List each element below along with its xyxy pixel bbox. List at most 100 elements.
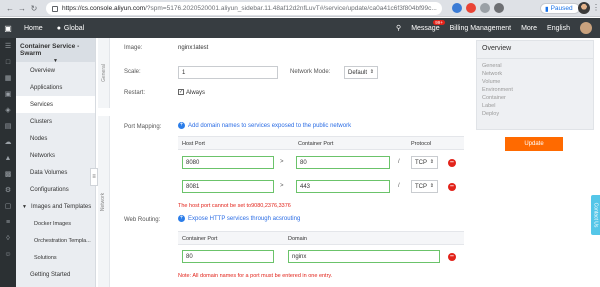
scale-input[interactable]: 1 — [178, 66, 278, 79]
box-icon[interactable]: ▢ — [0, 198, 16, 214]
gear-icon[interactable]: ⚙ — [0, 182, 16, 198]
sidebar-item-docker-images[interactable]: Docker Images — [16, 215, 95, 232]
sidebar-title[interactable]: Container Service - Swarm ▼ — [16, 38, 95, 64]
browser-menu-icon[interactable]: ⋮ — [592, 3, 600, 13]
protocol-value: TCP — [415, 184, 427, 190]
language-menu[interactable]: English — [547, 25, 570, 32]
protocol-select[interactable]: TCP ⇕ — [411, 156, 438, 169]
pause-icon: ▮ — [545, 5, 549, 13]
billing-link[interactable]: Billing Management — [450, 25, 511, 32]
triangle-down-icon: ▼ — [22, 203, 27, 210]
search-icon[interactable]: ⚲ — [396, 24, 401, 32]
message-badge: 99+ — [433, 19, 445, 25]
remove-port-icon[interactable]: – — [448, 159, 456, 167]
network-icon[interactable]: ◈ — [0, 102, 16, 118]
network-section-tab: Network — [98, 116, 110, 287]
contact-us-label: Contact Us — [592, 202, 599, 228]
add-domain-link[interactable]: + Add domain names to services exposed t… — [178, 122, 351, 129]
sidebar-item-services[interactable]: Services — [16, 96, 95, 113]
network-mode-select[interactable]: Default ⇕ — [344, 66, 378, 79]
protocol-select[interactable]: TCP ⇕ — [411, 180, 438, 193]
contact-us-tab[interactable]: Contact Us — [591, 195, 600, 235]
update-button[interactable]: Update — [505, 137, 563, 151]
overview-link-deploy[interactable]: Deploy — [477, 110, 593, 118]
cloud-icon[interactable]: ☁ — [0, 134, 16, 150]
add-domain-link-label: Add domain names to services exposed to … — [188, 122, 352, 129]
extension-icon[interactable] — [466, 3, 476, 13]
grid-icon[interactable]: ▦ — [0, 70, 16, 86]
web-routing-label: Web Routing: — [124, 217, 161, 223]
storage-icon[interactable]: ▤ — [0, 118, 16, 134]
routing-note: Note: All domain names for a port must b… — [178, 273, 333, 279]
user-icon[interactable]: ☺ — [0, 246, 16, 262]
routing-container-port-header: Container Port — [182, 236, 218, 242]
paused-sync-button[interactable]: ▮ Paused — [540, 3, 580, 14]
expose-http-link[interactable]: + Expose HTTP services through acsroutin… — [178, 215, 300, 222]
expose-http-link-label: Expose HTTP services through acsrouting — [188, 215, 301, 222]
general-section-label: General — [100, 64, 107, 82]
overview-link-general[interactable]: General — [477, 62, 593, 70]
protocol-header: Protocol — [411, 141, 432, 147]
overview-link-container[interactable]: Container — [477, 94, 593, 102]
home-link[interactable]: Home — [24, 25, 43, 32]
forward-icon[interactable]: → — [16, 2, 28, 14]
container-port-input[interactable]: 80 — [296, 156, 390, 169]
sidebar-item-nodes[interactable]: Nodes — [16, 130, 95, 147]
console-topbar: ▣ Home ● Global ⚲ Message 99+ Billing Ma… — [0, 18, 600, 38]
sidebar-item-overview[interactable]: Overview — [16, 62, 95, 79]
port-mapping-label: Port Mapping: — [124, 124, 162, 130]
back-icon[interactable]: ← — [4, 2, 16, 14]
overview-link-volume[interactable]: Volume — [477, 78, 593, 86]
tag-icon[interactable]: ◊ — [0, 230, 16, 246]
extension-icon[interactable] — [480, 3, 490, 13]
sidebar-item-clusters[interactable]: Clusters — [16, 113, 95, 130]
extension-icon[interactable] — [494, 3, 504, 13]
host-port-header: Host Port — [182, 141, 205, 147]
routing-table-header — [178, 231, 464, 245]
list-icon[interactable]: ≡ — [0, 214, 16, 230]
product-icon-rail: ☰ □ ▦ ▣ ◈ ▤ ☁ ▲ ▩ ⚙ ▢ ≡ ◊ ☺ — [0, 38, 16, 287]
sidebar-group-images-templates[interactable]: ▼ Images and Templates — [16, 198, 95, 215]
console-logo-icon[interactable]: ▣ — [0, 18, 16, 38]
chart-icon[interactable]: ▩ — [0, 166, 16, 182]
shield-icon[interactable]: ▲ — [0, 150, 16, 166]
sidebar-collapse-handle[interactable]: ≡ — [90, 168, 98, 186]
image-label: Image: — [124, 45, 143, 51]
remove-port-icon[interactable]: – — [448, 183, 456, 191]
more-menu[interactable]: More — [521, 25, 537, 32]
overview-link-label[interactable]: Label — [477, 102, 593, 110]
sidebar-item-orchestration-templates[interactable]: Orchestration Templa... — [16, 232, 95, 249]
routing-container-port-input[interactable]: 80 — [182, 250, 274, 263]
sidebar-item-data-volumes[interactable]: Data Volumes — [16, 164, 95, 181]
region-selector[interactable]: ● Global — [57, 25, 84, 32]
port-error-message: The host port cannot be set to9080,2376,… — [178, 203, 291, 209]
database-icon[interactable]: ▣ — [0, 86, 16, 102]
sidebar-item-networks[interactable]: Networks — [16, 147, 95, 164]
sidebar-item-configurations[interactable]: Configurations — [16, 181, 95, 198]
message-label: Message — [411, 24, 440, 32]
overview-link-network[interactable]: Network — [477, 70, 593, 78]
container-port-input[interactable]: 443 — [296, 180, 390, 193]
remove-route-icon[interactable]: – — [448, 253, 456, 261]
message-link[interactable]: Message 99+ — [411, 19, 445, 32]
sidebar-item-solutions[interactable]: Solutions — [16, 249, 95, 266]
network-mode-value: Default — [348, 70, 368, 76]
profile-avatar[interactable] — [578, 2, 590, 14]
reload-icon[interactable]: ↻ — [28, 2, 40, 14]
routing-domain-input[interactable]: nginx — [288, 250, 440, 263]
overview-link-environment[interactable]: Environment — [477, 86, 593, 94]
routing-domain-header: Domain — [288, 236, 307, 242]
menu-icon[interactable]: ☰ — [0, 38, 16, 54]
slash-separator: / — [398, 159, 400, 165]
extension-icon[interactable] — [452, 3, 462, 13]
sidebar-item-applications[interactable]: Applications — [16, 79, 95, 96]
restart-always-checkbox[interactable]: ✓ — [178, 89, 184, 95]
image-value: nginx:latest — [178, 45, 209, 51]
host-port-input[interactable]: 8080 — [182, 156, 274, 169]
server-icon[interactable]: □ — [0, 54, 16, 70]
host-port-input[interactable]: 8081 — [182, 180, 274, 193]
arrow-separator: > — [280, 183, 284, 189]
sidebar-item-getting-started[interactable]: Getting Started — [16, 266, 95, 283]
address-bar[interactable]: https://cs.console.aliyun.com/?spm=5176.… — [46, 2, 442, 15]
user-avatar[interactable] — [580, 22, 592, 34]
